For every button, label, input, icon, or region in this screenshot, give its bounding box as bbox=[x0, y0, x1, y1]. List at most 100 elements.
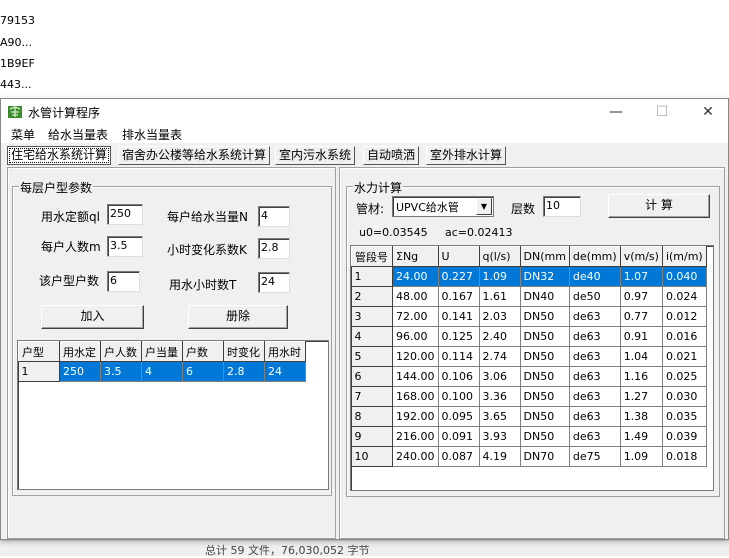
table-cell[interactable]: 0.039 bbox=[662, 426, 707, 447]
table-cell[interactable]: de40 bbox=[569, 266, 621, 287]
table-cell[interactable]: DN50 bbox=[520, 366, 570, 387]
minimize-button[interactable]: — bbox=[593, 99, 639, 125]
tab-dormitory-office-supply[interactable]: 宿舍办公楼等给水系统计算 bbox=[118, 146, 271, 165]
table-cell[interactable]: 0.091 bbox=[438, 426, 480, 447]
table-cell[interactable]: 72.00 bbox=[392, 306, 439, 327]
table-row[interactable]: 3 72.00 0.141 2.03 DN50 de63 0.77 0.012 bbox=[351, 306, 707, 327]
table-cell[interactable]: 96.00 bbox=[392, 326, 439, 347]
table-row[interactable]: 10 240.00 0.087 4.19 DN70 de75 1.09 0.018 bbox=[351, 446, 707, 467]
delete-button[interactable]: 册除 bbox=[188, 305, 288, 329]
table-cell[interactable]: de63 bbox=[569, 426, 621, 447]
table-cell[interactable]: DN40 bbox=[520, 286, 570, 307]
tab-outdoor-drainage[interactable]: 室外排水计算 bbox=[426, 146, 507, 165]
menu-water-supply-equivalents[interactable]: 给水当量表 bbox=[48, 126, 108, 143]
table-cell[interactable]: 3.5 bbox=[100, 361, 142, 382]
table-cell[interactable]: 0.100 bbox=[438, 386, 480, 407]
table-cell[interactable]: 2.74 bbox=[479, 346, 521, 367]
table-cell[interactable]: 0.91 bbox=[620, 326, 663, 347]
floors-input[interactable]: 10 bbox=[543, 196, 581, 217]
households-input[interactable]: 6 bbox=[107, 271, 140, 292]
material-select[interactable]: UPVC给水管 ▼ bbox=[392, 196, 494, 217]
table-cell[interactable]: 0.021 bbox=[662, 346, 707, 367]
table-row[interactable]: 1 250 3.5 4 6 2.8 24 bbox=[18, 361, 306, 382]
tab-indoor-sewage[interactable]: 室内污水系统 bbox=[275, 146, 356, 165]
table-cell[interactable]: de50 bbox=[569, 286, 621, 307]
table-cell[interactable]: 240.00 bbox=[392, 446, 439, 467]
table-cell[interactable]: 1.27 bbox=[620, 386, 663, 407]
chevron-down-icon[interactable]: ▼ bbox=[476, 198, 492, 215]
table-cell[interactable]: 0.97 bbox=[620, 286, 663, 307]
table-cell[interactable]: de63 bbox=[569, 386, 621, 407]
table-cell[interactable]: 1.16 bbox=[620, 366, 663, 387]
table-cell[interactable]: 192.00 bbox=[392, 406, 439, 427]
table-cell[interactable]: de63 bbox=[569, 406, 621, 427]
table-cell[interactable]: 0.227 bbox=[438, 266, 480, 287]
table-cell[interactable]: 0.087 bbox=[438, 446, 480, 467]
table-cell[interactable]: DN50 bbox=[520, 386, 570, 407]
table-cell[interactable]: DN32 bbox=[520, 266, 570, 287]
table-cell[interactable]: 0.106 bbox=[438, 366, 480, 387]
table-cell[interactable]: 120.00 bbox=[392, 346, 439, 367]
table-row[interactable]: 2 48.00 0.167 1.61 DN40 de50 0.97 0.024 bbox=[351, 286, 707, 307]
table-cell[interactable]: 3.06 bbox=[479, 366, 521, 387]
table-cell[interactable]: 168.00 bbox=[392, 386, 439, 407]
hour-coefficient-input[interactable]: 2.8 bbox=[258, 238, 290, 259]
table-cell[interactable]: 0.030 bbox=[662, 386, 707, 407]
equivalent-input[interactable]: 4 bbox=[258, 206, 290, 227]
table-cell[interactable]: 1.09 bbox=[479, 266, 521, 287]
table-row[interactable]: 1 24.00 0.227 1.09 DN32 de40 1.07 0.040 bbox=[351, 266, 707, 287]
table-cell[interactable]: 24.00 bbox=[392, 266, 439, 287]
table-cell[interactable]: 0.114 bbox=[438, 346, 480, 367]
table-cell[interactable]: 48.00 bbox=[392, 286, 439, 307]
table-cell[interactable]: DN50 bbox=[520, 346, 570, 367]
table-cell[interactable]: 0.167 bbox=[438, 286, 480, 307]
table-cell[interactable]: 2.8 bbox=[223, 361, 265, 382]
table-cell[interactable]: 0.141 bbox=[438, 306, 480, 327]
table-row[interactable]: 8 192.00 0.095 3.65 DN50 de63 1.38 0.035 bbox=[351, 406, 707, 427]
table-cell[interactable]: 4.19 bbox=[479, 446, 521, 467]
table-cell[interactable]: de63 bbox=[569, 306, 621, 327]
table-cell[interactable]: DN70 bbox=[520, 446, 570, 467]
table-cell[interactable]: 1.49 bbox=[620, 426, 663, 447]
menu-main[interactable]: 菜单 bbox=[11, 126, 35, 143]
table-cell[interactable]: 24 bbox=[264, 361, 306, 382]
people-input[interactable]: 3.5 bbox=[107, 236, 143, 257]
table-cell[interactable]: DN50 bbox=[520, 406, 570, 427]
table-row[interactable]: 9 216.00 0.091 3.93 DN50 de63 1.49 0.039 bbox=[351, 426, 707, 447]
table-cell[interactable]: 0.024 bbox=[662, 286, 707, 307]
table-cell[interactable]: 0.77 bbox=[620, 306, 663, 327]
table-cell[interactable]: 1.09 bbox=[620, 446, 663, 467]
table-cell[interactable]: 1.38 bbox=[620, 406, 663, 427]
table-cell[interactable]: 2.03 bbox=[479, 306, 521, 327]
table-cell[interactable]: DN50 bbox=[520, 426, 570, 447]
table-cell[interactable]: 1.61 bbox=[479, 286, 521, 307]
table-cell[interactable]: 0.125 bbox=[438, 326, 480, 347]
table-cell[interactable]: 0.025 bbox=[662, 366, 707, 387]
table-cell[interactable]: de63 bbox=[569, 366, 621, 387]
table-cell[interactable]: DN50 bbox=[520, 306, 570, 327]
table-cell[interactable]: 3.65 bbox=[479, 406, 521, 427]
table-cell[interactable]: 144.00 bbox=[392, 366, 439, 387]
maximize-button[interactable]: ☐ bbox=[639, 99, 685, 125]
table-cell[interactable]: de75 bbox=[569, 446, 621, 467]
table-cell[interactable]: 4 bbox=[141, 361, 183, 382]
table-cell[interactable]: de63 bbox=[569, 346, 621, 367]
table-cell[interactable]: 3.93 bbox=[479, 426, 521, 447]
table-cell[interactable]: 6 bbox=[182, 361, 224, 382]
table-cell[interactable]: 3.36 bbox=[479, 386, 521, 407]
menu-drainage-equivalents[interactable]: 排水当量表 bbox=[122, 126, 182, 143]
table-cell[interactable]: 0.095 bbox=[438, 406, 480, 427]
table-cell[interactable]: 0.035 bbox=[662, 406, 707, 427]
table-cell[interactable]: 0.040 bbox=[662, 266, 707, 287]
tab-sprinkler[interactable]: 自动喷洒 bbox=[363, 146, 420, 165]
table-cell[interactable]: 0.018 bbox=[662, 446, 707, 467]
table-cell[interactable]: 250 bbox=[59, 361, 101, 382]
table-row[interactable]: 4 96.00 0.125 2.40 DN50 de63 0.91 0.016 bbox=[351, 326, 707, 347]
hours-input[interactable]: 24 bbox=[258, 272, 290, 293]
table-row[interactable]: 5 120.00 0.114 2.74 DN50 de63 1.04 0.021 bbox=[351, 346, 707, 367]
table-cell[interactable]: de63 bbox=[569, 326, 621, 347]
table-cell[interactable]: 0.012 bbox=[662, 306, 707, 327]
table-row[interactable]: 7 168.00 0.100 3.36 DN50 de63 1.27 0.030 bbox=[351, 386, 707, 407]
table-row[interactable]: 6 144.00 0.106 3.06 DN50 de63 1.16 0.025 bbox=[351, 366, 707, 387]
table-cell[interactable]: 216.00 bbox=[392, 426, 439, 447]
